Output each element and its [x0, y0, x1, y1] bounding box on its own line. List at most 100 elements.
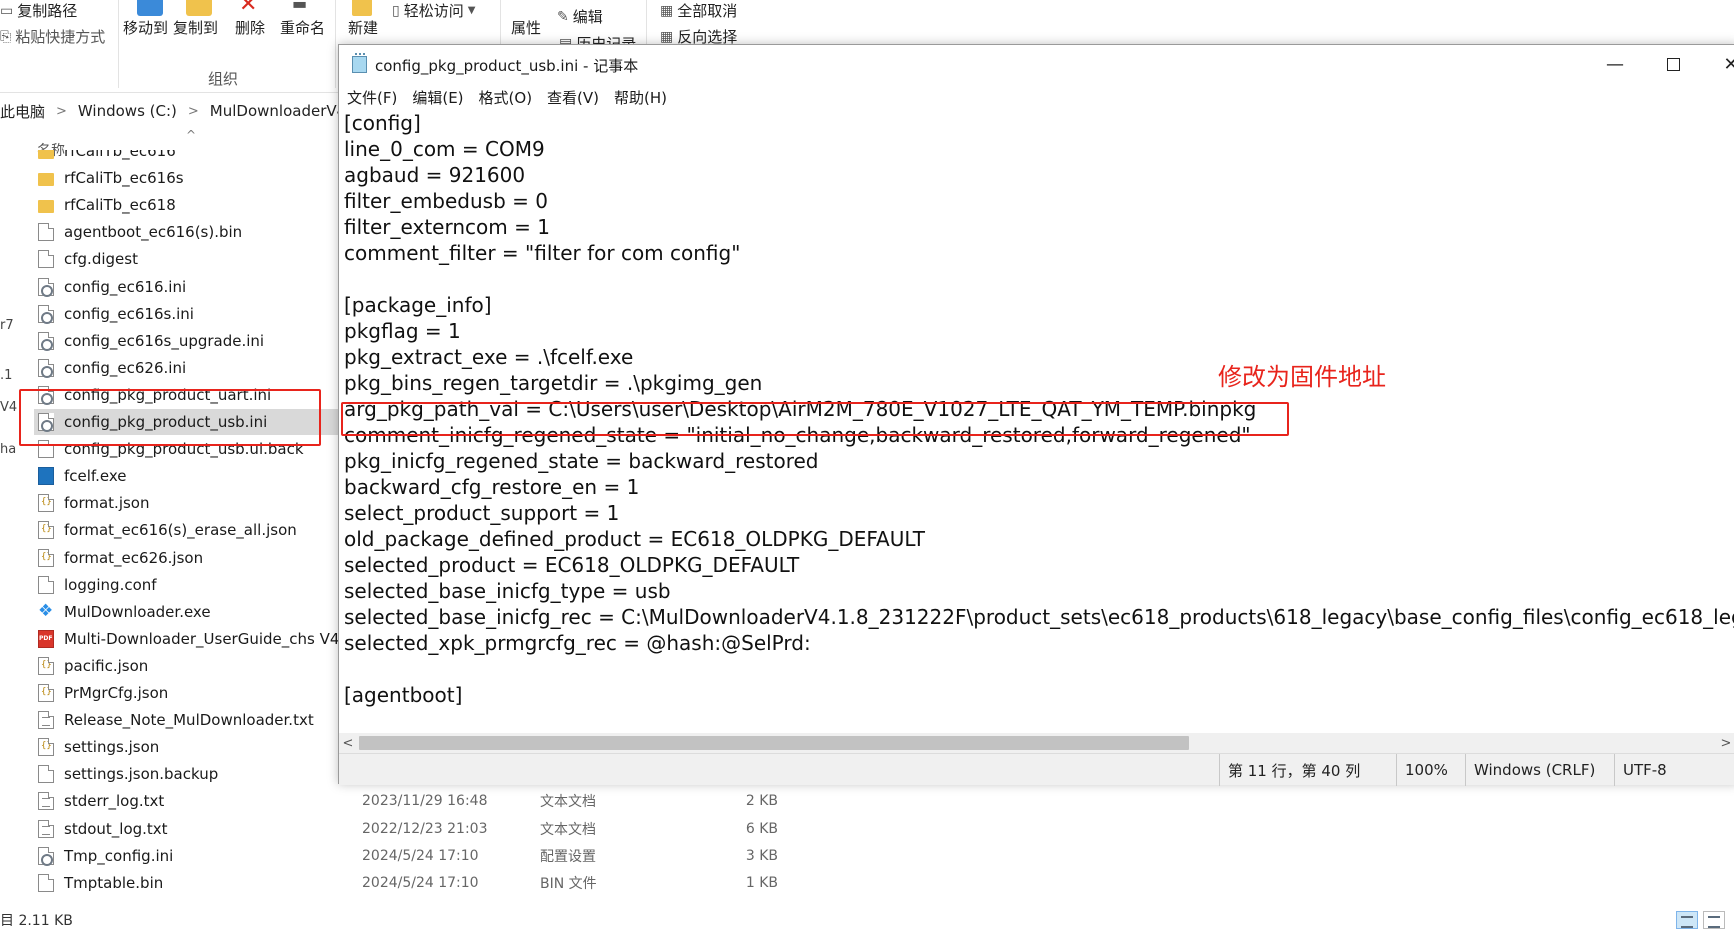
- file-row[interactable]: PrMgrCfg.json: [34, 680, 340, 706]
- encoding: UTF-8: [1614, 754, 1734, 786]
- text-line: [agentboot]: [344, 683, 463, 707]
- minimize-button[interactable]: —: [1586, 45, 1644, 84]
- file-row[interactable]: stdout_log.txt: [34, 816, 340, 842]
- folder-icon: [38, 150, 54, 159]
- notepad-text-area[interactable]: [config] line_0_com = COM9 agbaud = 921600…: [339, 110, 1734, 775]
- file-name: Release_Note_MulDownloader.txt: [64, 711, 314, 730]
- properties-button[interactable]: 属性: [511, 17, 541, 38]
- file-row[interactable]: rfCaliTb_ec616s: [34, 165, 340, 191]
- folder-icon: [38, 199, 54, 213]
- copy-to-button[interactable]: 复制到: [173, 17, 218, 38]
- text-line: filter_embedusb = 0: [344, 189, 548, 213]
- rename-icon: ▬: [292, 0, 308, 13]
- easy-access-button[interactable]: ▯ 轻松访问 ▼: [392, 0, 475, 21]
- menu-edit[interactable]: 编辑(E): [412, 87, 463, 108]
- delete-button[interactable]: 删除: [235, 17, 265, 38]
- file-icon: [38, 250, 54, 269]
- file-name: format_ec626.json: [64, 548, 204, 567]
- file-row[interactable]: pacific.json: [34, 653, 340, 679]
- rename-button[interactable]: 重命名: [280, 17, 325, 38]
- menu-file[interactable]: 文件(F): [347, 87, 397, 108]
- horizontal-scrollbar[interactable]: < >: [339, 733, 1734, 753]
- ini-file-icon: [38, 385, 54, 405]
- file-name: stderr_log.txt: [64, 792, 165, 811]
- text-line: select_product_support = 1: [344, 501, 620, 525]
- copy-path-button[interactable]: ▭ 复制路径: [0, 0, 77, 21]
- file-row[interactable]: Tmp_config.ini: [34, 843, 340, 869]
- menu-format[interactable]: 格式(O): [479, 87, 533, 108]
- ini-file-icon: [38, 358, 54, 378]
- menu-help[interactable]: 帮助(H): [614, 87, 667, 108]
- notepad-app-icon: [352, 53, 367, 73]
- ini-file-icon: [38, 331, 54, 351]
- file-row[interactable]: fcelf.exe: [34, 463, 340, 489]
- file-row[interactable]: cfg.digest: [34, 246, 340, 272]
- invert-selection-icon: ▦: [660, 28, 674, 45]
- breadcrumb-drive-c[interactable]: Windows (C:): [78, 102, 177, 120]
- chevron-right-icon: >: [56, 103, 67, 119]
- file-list: rfCaliTb_ec616 rfCaliTb_ec616s rfCaliTb_ec…: [0, 150, 340, 910]
- text-line: line_0_com = COM9: [344, 137, 545, 161]
- file-row[interactable]: Multi-Downloader_UserGuide_chs V4.: [34, 626, 340, 652]
- scrollbar-thumb[interactable]: [359, 736, 1189, 750]
- notepad-title-bar[interactable]: config_pkg_product_usb.ini - 记事本 — ✕: [339, 45, 1734, 84]
- new-folder-button[interactable]: 新建: [348, 17, 378, 38]
- file-row[interactable]: config_ec616s_upgrade.ini: [34, 328, 340, 354]
- select-none-button[interactable]: ▦ 全部取消: [660, 0, 737, 21]
- file-name: rfCaliTb_ec616s: [64, 169, 184, 188]
- file-name: config_ec616s_upgrade.ini: [64, 331, 265, 350]
- line-ending: Windows (CRLF): [1465, 754, 1614, 786]
- close-button[interactable]: ✕: [1702, 45, 1734, 84]
- chevron-down-icon: ▼: [467, 5, 476, 16]
- file-name: stdout_log.txt: [64, 819, 168, 838]
- file-name: settings.json.backup: [64, 765, 219, 784]
- file-row[interactable]: config_ec626.ini: [34, 355, 340, 381]
- breadcrumb-this-pc[interactable]: 此电脑: [0, 101, 45, 122]
- file-icon: [38, 575, 54, 594]
- edit-button[interactable]: ✎ 编辑: [557, 6, 603, 27]
- file-row[interactable]: format_ec626.json: [34, 545, 340, 571]
- large-icons-view-button[interactable]: [1703, 911, 1725, 929]
- maximize-button[interactable]: [1644, 45, 1702, 84]
- file-row[interactable]: agentboot_ec616(s).bin: [34, 219, 340, 245]
- menu-view[interactable]: 查看(V): [547, 87, 599, 108]
- file-row[interactable]: settings.json.backup: [34, 761, 340, 787]
- move-to-icon: [137, 0, 163, 16]
- file-row[interactable]: config_pkg_product_usb.ini: [34, 409, 340, 435]
- file-row[interactable]: Tmptable.bin: [34, 870, 340, 896]
- file-date: 2022/12/23 21:03: [362, 820, 488, 837]
- file-row[interactable]: config_pkg_product_usb.ui.back: [34, 436, 340, 462]
- txt-file-icon: [38, 819, 54, 838]
- file-row[interactable]: rfCaliTb_ec618: [34, 192, 340, 218]
- folder-icon: [38, 172, 54, 186]
- text-line: comment_filter = "filter for com config": [344, 241, 741, 265]
- file-row[interactable]: format_ec616(s)_erase_all.json: [34, 517, 340, 543]
- pdf-icon: [38, 629, 54, 648]
- move-to-button[interactable]: 移动到: [123, 17, 168, 38]
- close-icon: ✕: [1723, 54, 1734, 75]
- file-row[interactable]: stderr_log.txt: [34, 788, 340, 814]
- file-row[interactable]: logging.conf: [34, 572, 340, 598]
- file-row[interactable]: Release_Note_MulDownloader.txt: [34, 707, 340, 733]
- file-row[interactable]: config_pkg_product_uart.ini: [34, 382, 340, 408]
- new-folder-icon: [352, 0, 372, 16]
- details-view-button[interactable]: [1676, 911, 1698, 929]
- file-name: Multi-Downloader_UserGuide_chs V4.: [64, 629, 340, 648]
- notepad-status-bar: 第 11 行，第 40 列 100% Windows (CRLF) UTF-8: [339, 753, 1734, 786]
- file-row[interactable]: MulDownloader.exe: [34, 599, 340, 625]
- file-icon: [38, 223, 54, 242]
- scroll-left-icon[interactable]: <: [339, 733, 357, 753]
- file-name: config_ec616.ini: [64, 277, 187, 296]
- file-row[interactable]: rfCaliTb_ec616: [34, 150, 340, 164]
- json-file-icon: [38, 684, 54, 702]
- file-name: format_ec616(s)_erase_all.json: [64, 521, 297, 540]
- scroll-right-icon[interactable]: >: [1717, 733, 1734, 753]
- file-row[interactable]: settings.json: [34, 734, 340, 760]
- paste-shortcut-button[interactable]: ⎘ 粘贴快捷方式: [0, 26, 105, 47]
- address-bar[interactable]: 此电脑 > Windows (C:) > MulDownloaderV4.1: [0, 96, 361, 126]
- file-row[interactable]: format.json: [34, 490, 340, 516]
- file-row[interactable]: config_ec616s.ini: [34, 301, 340, 327]
- edit-icon: ✎: [557, 8, 569, 25]
- ribbon-divider: [335, 0, 336, 88]
- file-row[interactable]: config_ec616.ini: [34, 274, 340, 300]
